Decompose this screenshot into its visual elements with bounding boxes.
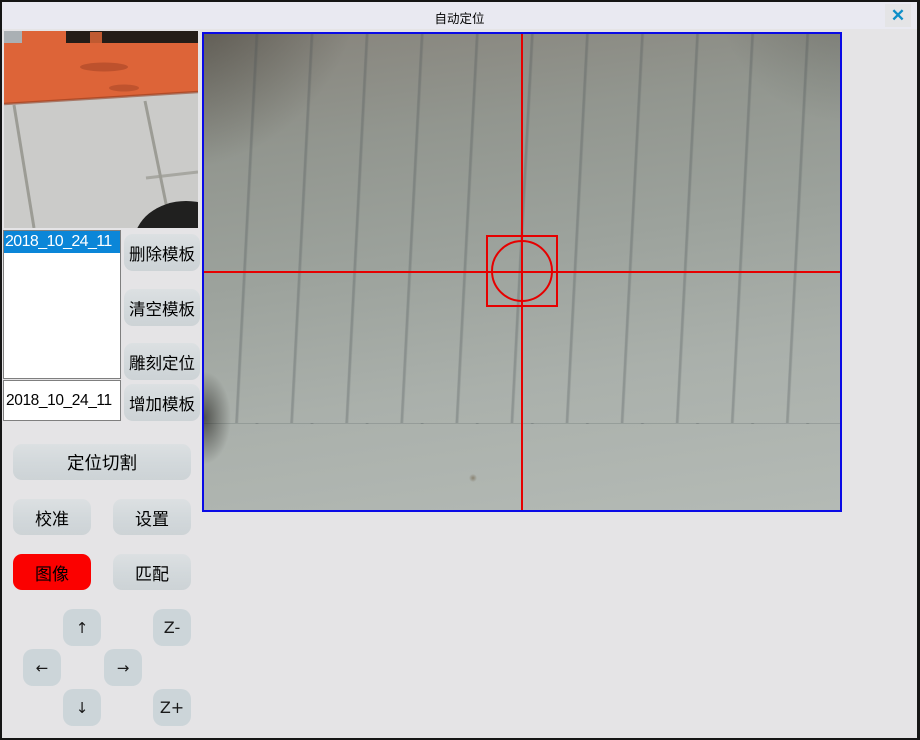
engrave-locate-button[interactable]: 雕刻定位 bbox=[124, 343, 200, 380]
list-item-template[interactable]: 2018_10_24_11 bbox=[4, 231, 120, 253]
jog-z-plus-button[interactable]: Z+ bbox=[153, 689, 191, 726]
camera-feed-speck bbox=[469, 474, 477, 482]
template-list[interactable]: 2018_10_24_11 bbox=[3, 230, 121, 379]
jog-up-button[interactable]: ↑ bbox=[63, 609, 101, 646]
locate-cut-button[interactable]: 定位切割 bbox=[13, 444, 191, 480]
dialog-title: 自动定位 bbox=[2, 8, 917, 27]
template-name-input[interactable] bbox=[3, 380, 121, 421]
close-icon[interactable]: ✕ bbox=[885, 4, 911, 27]
clear-template-button[interactable]: 清空模板 bbox=[124, 289, 200, 326]
camera-feed-shadow bbox=[204, 362, 240, 474]
jog-down-button[interactable]: ↓ bbox=[63, 689, 101, 726]
delete-template-button[interactable]: 删除模板 bbox=[124, 234, 200, 271]
target-circle-overlay bbox=[491, 240, 553, 302]
titlebar: 自动定位 ✕ bbox=[2, 2, 917, 29]
thumbnail-image bbox=[4, 31, 198, 228]
auto-locate-dialog: 自动定位 ✕ 2018_10_24_11 删除模板 清空模板 雕刻定位 增加模板… bbox=[0, 0, 920, 740]
add-template-button[interactable]: 增加模板 bbox=[124, 384, 200, 421]
template-thumbnail bbox=[4, 31, 198, 228]
camera-view[interactable] bbox=[202, 32, 842, 512]
match-button[interactable]: 匹配 bbox=[113, 554, 191, 590]
calibrate-button[interactable]: 校准 bbox=[13, 499, 91, 535]
jog-right-button[interactable]: → bbox=[104, 649, 142, 686]
jog-z-minus-button[interactable]: Z- bbox=[153, 609, 191, 646]
settings-button[interactable]: 设置 bbox=[113, 499, 191, 535]
image-mode-button[interactable]: 图像 bbox=[13, 554, 91, 590]
jog-left-button[interactable]: ← bbox=[23, 649, 61, 686]
